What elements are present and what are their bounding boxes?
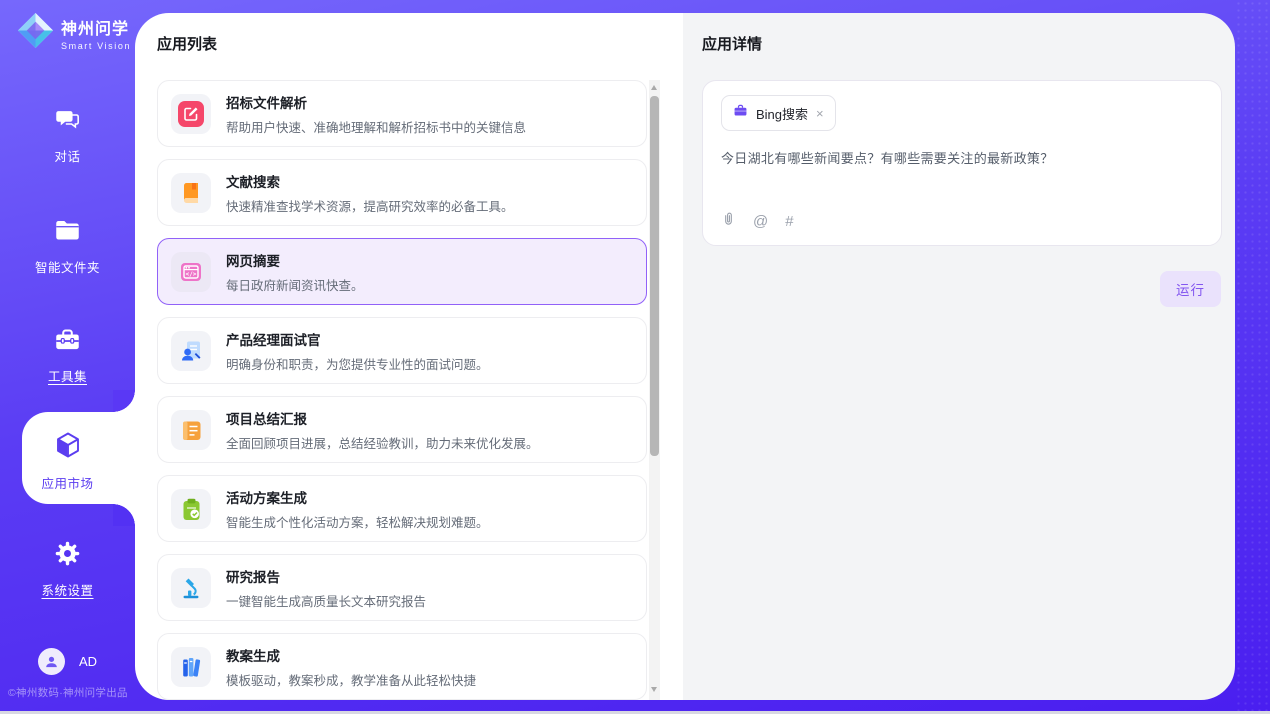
app-card-literature-search[interactable]: 文献搜索 快速精准查找学术资源，提高研究效率的必备工具。 (157, 159, 647, 226)
app-card-name: 招标文件解析 (226, 92, 526, 112)
attachment-icon[interactable] (721, 210, 736, 232)
app-card-desc: 每日政府新闻资讯快查。 (226, 275, 364, 294)
brand-logo: 神州问学 Smart Vision (17, 12, 131, 54)
app-card-name: 网页摘要 (226, 250, 364, 270)
app-card-lesson-plan[interactable]: 教案生成 模板驱动，教案秒成，教学准备从此轻松快捷 (157, 633, 647, 700)
scroll-up-arrow-icon[interactable] (651, 85, 657, 90)
app-card-desc: 快速精准查找学术资源，提高研究效率的必备工具。 (226, 196, 514, 215)
svg-text:</>: </> (186, 271, 197, 278)
app-list-scrollbar[interactable] (649, 80, 660, 700)
tag-close-icon[interactable]: × (816, 107, 824, 120)
user-account[interactable]: AD (38, 648, 97, 675)
avatar (38, 648, 65, 675)
brand-name: 神州问学 (61, 15, 131, 39)
app-card-desc: 模板驱动，教案秒成，教学准备从此轻松快捷 (226, 670, 476, 689)
tool-tag-label: Bing搜索 (756, 104, 808, 123)
tool-tag-bing-search[interactable]: Bing搜索 × (721, 95, 836, 131)
pm-interviewer-icon (171, 331, 211, 371)
mention-icon[interactable]: @ (753, 213, 768, 230)
app-card-name: 项目总结汇报 (226, 408, 539, 428)
content-frame: 应用列表 招标文件解析 帮助用户快速、准确地理解和解析招标书中的关键信息 (135, 13, 1235, 700)
app-card-project-summary[interactable]: 项目总结汇报 全面回顾项目进展，总结经验教训，助力未来优化发展。 (157, 396, 647, 463)
app-card-desc: 一键智能生成高质量长文本研究报告 (226, 591, 426, 610)
app-card-research-report[interactable]: 研究报告 一键智能生成高质量长文本研究报告 (157, 554, 647, 621)
sidebar-item-chat[interactable]: 对话 (0, 106, 135, 165)
query-composer[interactable]: Bing搜索 × 今日湖北有哪些新闻要点？有哪些需要关注的最新政策？ @ # (702, 80, 1222, 246)
app-card-event-plan[interactable]: 活动方案生成 智能生成个性化活动方案，轻松解决规划难题。 (157, 475, 647, 542)
brand-diamond-icon (17, 12, 54, 54)
folder-icon (54, 217, 81, 249)
app-card-desc: 明确身份和职责，为您提供专业性的面试问题。 (226, 354, 489, 373)
sidebar-item-label: 工具集 (48, 366, 87, 385)
right-frame-texture (1235, 0, 1270, 714)
app-card-name: 教案生成 (226, 645, 476, 665)
sidebar-item-settings[interactable]: 系统设置 (0, 540, 135, 599)
bid-parse-icon (171, 94, 211, 134)
literature-search-icon (171, 173, 211, 213)
query-text[interactable]: 今日湖北有哪些新闻要点？有哪些需要关注的最新政策？ (721, 148, 1203, 167)
cube-icon (53, 430, 83, 465)
app-card-desc: 智能生成个性化活动方案，轻松解决规划难题。 (226, 512, 489, 531)
app-card-desc: 全面回顾项目进展，总结经验教训，助力未来优化发展。 (226, 433, 539, 452)
brand-subtitle: Smart Vision (61, 41, 131, 51)
web-summary-icon: </> (171, 252, 211, 292)
app-detail-title: 应用详情 (702, 33, 762, 54)
user-initials: AD (79, 654, 97, 669)
app-detail-panel: 应用详情 Bing搜索 × 今日湖北有哪些新闻要点？有哪些需要关注的最新政策？ (683, 13, 1235, 700)
sidebar-item-label: 对话 (54, 146, 80, 165)
project-summary-icon (171, 410, 211, 450)
app-list-panel: 应用列表 招标文件解析 帮助用户快速、准确地理解和解析招标书中的关键信息 (135, 13, 683, 700)
scrollbar-thumb[interactable] (650, 96, 659, 456)
app-card-name: 研究报告 (226, 566, 426, 586)
sidebar-item-label: 系统设置 (41, 580, 93, 599)
gear-icon (54, 540, 81, 572)
sidebar-item-app-market[interactable]: 应用市场 (0, 430, 135, 492)
scroll-down-arrow-icon[interactable] (651, 687, 657, 692)
copyright-text: ©神州数码·神州问学出品 (8, 685, 128, 700)
sidebar: 神州问学 Smart Vision 对话 智能文件夹 (0, 0, 135, 714)
app-card-list: 招标文件解析 帮助用户快速、准确地理解和解析招标书中的关键信息 文献搜索 快速精… (157, 80, 647, 700)
sidebar-item-smart-folder[interactable]: 智能文件夹 (0, 217, 135, 276)
app-card-desc: 帮助用户快速、准确地理解和解析招标书中的关键信息 (226, 117, 526, 136)
chat-icon (54, 106, 81, 138)
sidebar-item-label: 应用市场 (41, 473, 93, 492)
toolbox-icon (54, 326, 81, 358)
lesson-plan-icon (171, 647, 211, 687)
run-button[interactable]: 运行 (1160, 271, 1221, 307)
app-list-title: 应用列表 (157, 33, 217, 54)
app-card-name: 文献搜索 (226, 171, 514, 191)
sidebar-item-toolset[interactable]: 工具集 (0, 326, 135, 385)
app-card-name: 产品经理面试官 (226, 329, 489, 349)
briefcase-icon (733, 103, 748, 123)
hash-icon[interactable]: # (785, 213, 793, 230)
app-card-pm-interviewer[interactable]: 产品经理面试官 明确身份和职责，为您提供专业性的面试问题。 (157, 317, 647, 384)
app-card-bid-parse[interactable]: 招标文件解析 帮助用户快速、准确地理解和解析招标书中的关键信息 (157, 80, 647, 147)
research-report-icon (171, 568, 211, 608)
event-plan-icon (171, 489, 211, 529)
composer-toolbar: @ # (721, 210, 794, 232)
app-card-name: 活动方案生成 (226, 487, 489, 507)
sidebar-item-label: 智能文件夹 (35, 257, 100, 276)
app-card-web-summary[interactable]: </> 网页摘要 每日政府新闻资讯快查。 (157, 238, 647, 305)
